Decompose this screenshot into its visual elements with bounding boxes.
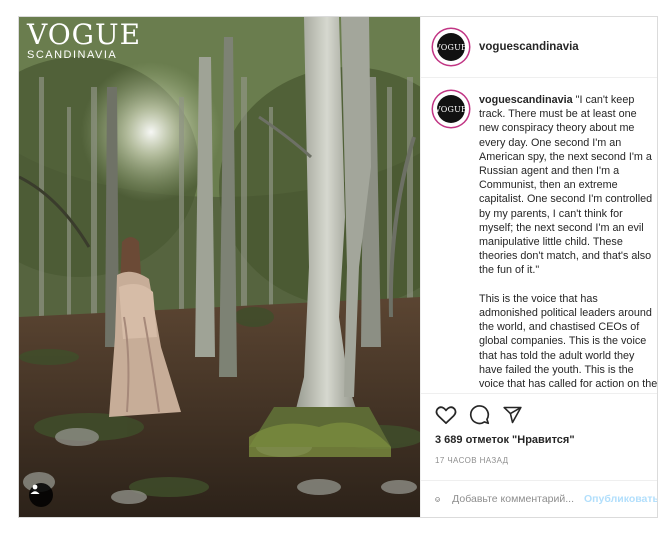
avatar-label: VOGUE: [435, 42, 467, 52]
caption-paragraph-1: "I can't keep track. There must be at le…: [479, 94, 656, 277]
post-frame: VOGUE SCANDINAVIA VOGUE voguescandinavia…: [18, 16, 658, 518]
caption-text: voguescandinavia "I can't keep track. Th…: [479, 93, 658, 392]
logo-region: SCANDINAVIA: [27, 49, 118, 61]
action-icons: [421, 394, 657, 425]
vogue-logo: VOGUE SCANDINAVIA: [27, 21, 141, 61]
add-comment-bar: Добавьте комментарий... Опубликовать: [421, 480, 657, 517]
post-actions: 3 689 отметок "Нравится" 17 ЧАСОВ НАЗАД: [421, 393, 657, 465]
caption-username[interactable]: voguescandinavia: [479, 94, 573, 106]
likes-count[interactable]: 3 689 отметок "Нравится": [435, 434, 657, 446]
comment-icon[interactable]: [469, 404, 490, 425]
caption-paragraph-2: This is the voice that has admonished po…: [479, 292, 658, 391]
logo-mark: VOGUE: [27, 18, 142, 51]
post-timestamp[interactable]: 17 ЧАСОВ НАЗАД: [435, 456, 657, 465]
emoji-icon[interactable]: [435, 489, 440, 510]
comment-input[interactable]: Добавьте комментарий...: [452, 493, 574, 505]
post-side-panel: VOGUE voguescandinavia VOGUE voguescandi…: [420, 17, 658, 517]
caption-avatar-label: VOGUE: [435, 104, 467, 114]
avatar[interactable]: VOGUE: [435, 31, 467, 63]
header-username[interactable]: voguescandinavia: [479, 41, 579, 53]
caption-avatar[interactable]: VOGUE: [435, 93, 467, 125]
user-tag-button[interactable]: [29, 483, 53, 507]
caption-area: VOGUE voguescandinavia "I can't keep tra…: [421, 79, 658, 392]
post-comment-button[interactable]: Опубликовать: [584, 493, 657, 505]
post-header: VOGUE voguescandinavia: [421, 17, 657, 78]
post-photo[interactable]: VOGUE SCANDINAVIA: [19, 17, 420, 517]
forest-scene: [19, 17, 420, 517]
heart-icon[interactable]: [435, 405, 457, 425]
paper-plane-icon[interactable]: [502, 405, 523, 425]
user-tag-icon: [30, 484, 40, 494]
caption-row: VOGUE voguescandinavia "I can't keep tra…: [435, 93, 658, 392]
